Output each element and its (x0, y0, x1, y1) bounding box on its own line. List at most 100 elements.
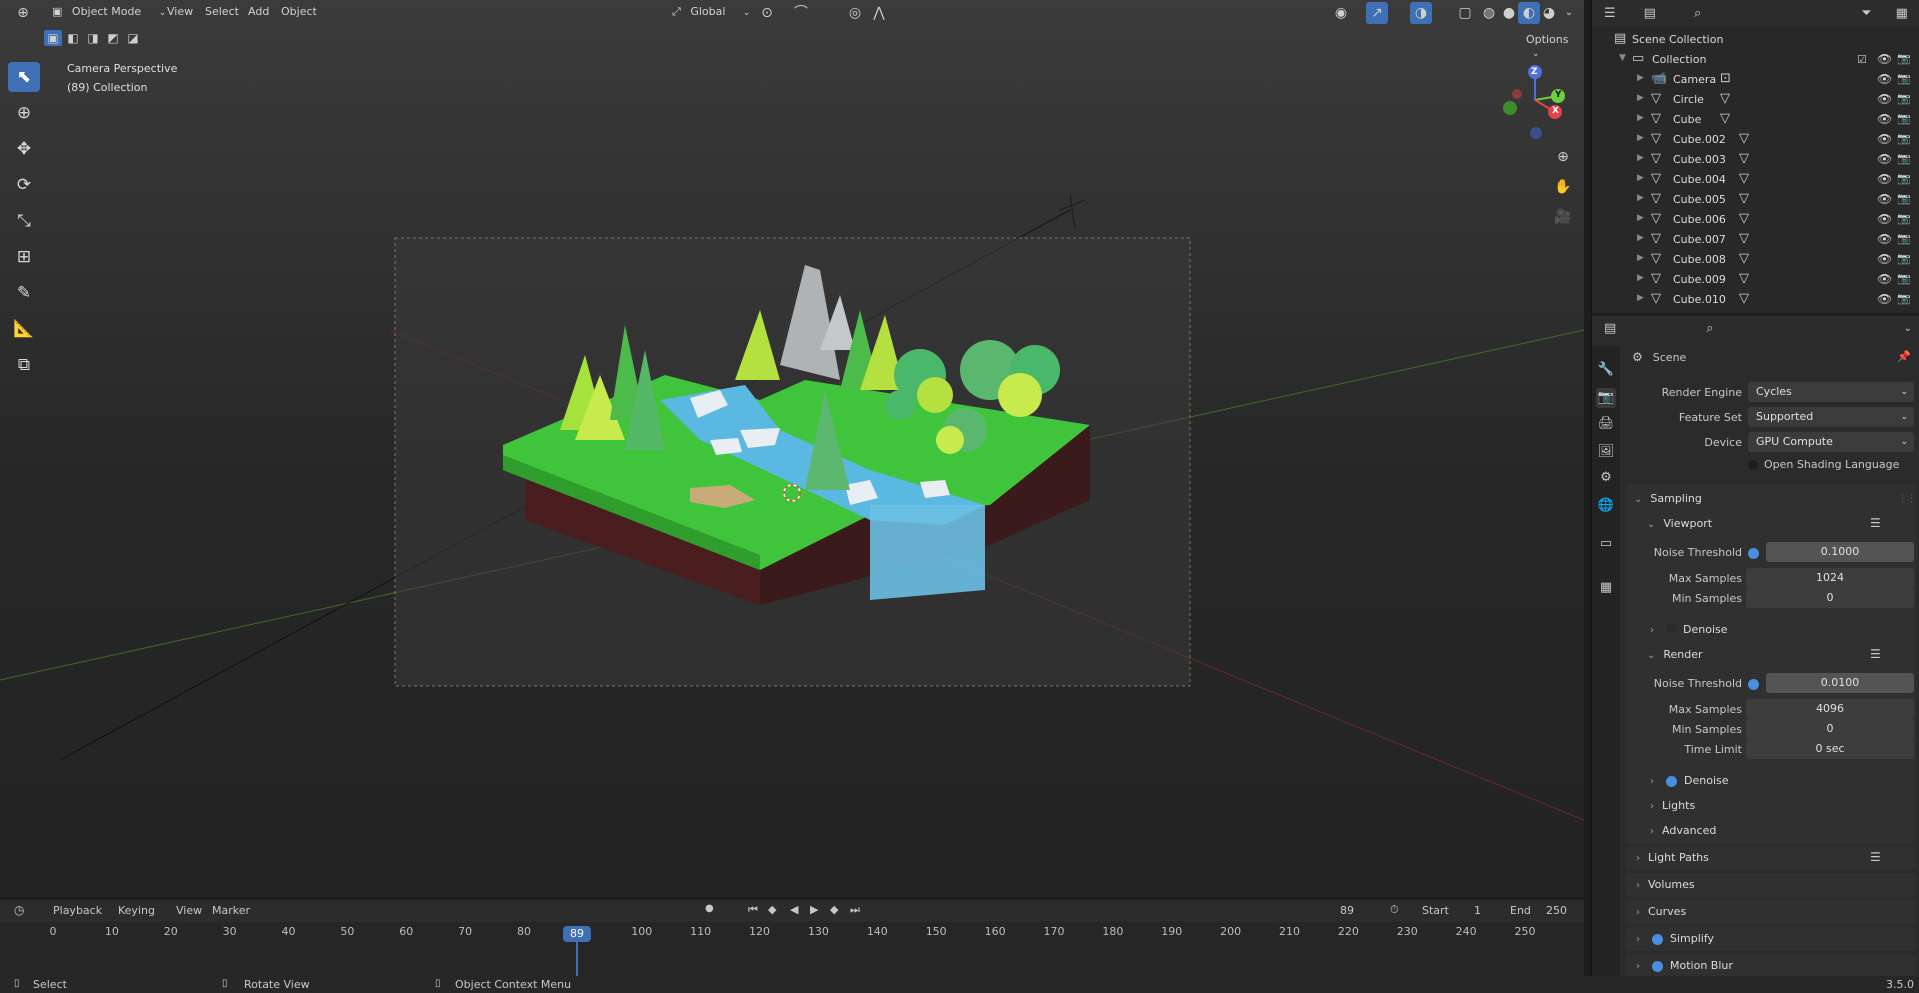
time-limit-field[interactable]: 0 sec (1746, 739, 1914, 759)
record-icon[interactable]: ● (705, 903, 714, 914)
select-subtract-icon[interactable]: ◨ (84, 30, 102, 46)
checkbox-icon[interactable]: ☑ (1857, 53, 1867, 66)
outliner-item[interactable]: ▶ ▽ Cube ▽ 👁 📷 (1592, 110, 1919, 130)
move-tool-icon[interactable]: ✥ (8, 134, 40, 164)
adaptive-sampling-toggle[interactable] (1748, 548, 1759, 559)
select-extend-icon[interactable]: ◧ (64, 30, 82, 46)
menu-playback[interactable]: Playback (53, 904, 102, 917)
display-mode-icon[interactable]: ▤ (1644, 6, 1656, 21)
render-tab-icon[interactable]: 📷 (1596, 388, 1616, 408)
menu-select[interactable]: Select (205, 5, 239, 18)
expand-arrow-icon[interactable]: ▶ (1637, 93, 1644, 103)
output-tab-icon[interactable]: 🖨 (1596, 414, 1616, 434)
expand-arrow-icon[interactable]: ▶ (1637, 213, 1644, 223)
outliner-item[interactable]: ▶ 📹 Camera ⊡ 👁 📷 (1592, 70, 1919, 90)
measure-tool-icon[interactable]: 📐 (8, 314, 40, 344)
r-noise-threshold-field[interactable]: 0.0100 (1766, 673, 1914, 693)
transform-orientation[interactable]: ⤢ Global ⌄ (672, 5, 750, 19)
stopwatch-icon[interactable]: ⏱ (1390, 903, 1399, 917)
start-field[interactable]: 1 (1474, 904, 1481, 917)
filter-icon[interactable]: ⏷ (1861, 6, 1871, 21)
drag-handle-icon[interactable]: ⋮⋮ (1898, 494, 1916, 504)
adaptive-sampling-toggle[interactable] (1748, 679, 1759, 690)
eye-icon[interactable]: 👁 (1877, 272, 1892, 286)
shading-options-icon[interactable]: ⌄ (1558, 2, 1580, 24)
mode-selector[interactable]: ▣ Object Mode ⌄ (52, 5, 166, 18)
outliner-item[interactable]: ▶ ▽ Cube.003 ▽ 👁 📷 (1592, 150, 1919, 170)
mesh-data-icon[interactable]: ▽ (1739, 291, 1749, 306)
mesh-data-icon[interactable]: ▽ (1739, 191, 1749, 206)
curves-header[interactable]: › Curves (1636, 905, 1686, 918)
render-camera-icon[interactable]: 📷 (1897, 152, 1911, 165)
solid-shading-icon[interactable]: ● (1498, 2, 1520, 24)
rotate-tool-icon[interactable]: ⟳ (8, 170, 40, 200)
list-icon[interactable]: ☰ (1870, 647, 1881, 661)
menu-add[interactable]: Add (248, 5, 269, 18)
chevron-down-icon[interactable]: ⌄ (1904, 323, 1912, 334)
vp-denoise-subheader[interactable]: › Denoise (1650, 623, 1728, 636)
r-min-samples-field[interactable]: 0 (1746, 719, 1914, 739)
scene-tab-icon[interactable]: ⚙ (1596, 468, 1616, 488)
eye-icon[interactable]: 👁 (1877, 72, 1892, 86)
denoise-checkbox[interactable] (1665, 623, 1676, 633)
render-camera-icon[interactable]: 📷 (1897, 252, 1911, 265)
render-camera-icon[interactable]: 📷 (1897, 72, 1911, 85)
list-icon[interactable]: ☰ (1870, 516, 1881, 530)
expand-arrow-icon[interactable]: ▶ (1637, 133, 1644, 143)
eye-icon[interactable]: 👁 (1877, 112, 1892, 126)
eye-icon[interactable]: 👁 (1877, 172, 1892, 186)
play-icon[interactable]: ▶ (810, 903, 818, 916)
eye-icon[interactable]: 👁 (1877, 232, 1892, 246)
editor-type-icon[interactable]: ▤ (1604, 321, 1616, 336)
outliner-item[interactable]: ▶ ▽ Cube.002 ▽ 👁 📷 (1592, 130, 1919, 150)
search-icon[interactable]: ⌕ (1706, 321, 1713, 336)
menu-marker[interactable]: Marker (212, 904, 250, 917)
editor-type-icon[interactable]: ☰ (1604, 6, 1616, 21)
proportional-edit-icon[interactable]: ◎ (844, 2, 866, 24)
eye-icon[interactable]: 👁 (1877, 252, 1892, 266)
falloff-icon[interactable]: ⋀ (868, 2, 890, 24)
outliner-item[interactable]: ▶ ▽ Cube.006 ▽ 👁 📷 (1592, 210, 1919, 230)
render-camera-icon[interactable]: 📷 (1897, 172, 1911, 185)
r-max-samples-field[interactable]: 4096 (1746, 699, 1914, 719)
simplify-checkbox[interactable] (1651, 933, 1663, 945)
render-camera-icon[interactable]: 📷 (1897, 232, 1911, 245)
vp-max-samples-field[interactable]: 1024 (1746, 568, 1914, 588)
render-engine-select[interactable]: Cycles ⌄ (1748, 382, 1914, 402)
mesh-data-icon[interactable]: ▽ (1739, 151, 1749, 166)
advanced-subheader[interactable]: › Advanced (1650, 824, 1716, 837)
expand-arrow-icon[interactable]: ▶ (1637, 273, 1644, 283)
scale-tool-icon[interactable]: ⤡ (8, 206, 40, 236)
expand-arrow-icon[interactable]: ▶ (1637, 173, 1644, 183)
render-camera-icon[interactable]: 📷 (1897, 272, 1911, 285)
render-camera-icon[interactable]: 📷 (1897, 92, 1911, 105)
wireframe-shading-icon[interactable]: ◍ (1478, 2, 1500, 24)
play-reverse-icon[interactable]: ◀ (790, 903, 798, 916)
mesh-data-icon[interactable]: ▽ (1739, 251, 1749, 266)
current-frame-field[interactable]: 89 (1340, 904, 1354, 917)
menu-view[interactable]: View (176, 904, 202, 917)
camera-data-icon[interactable]: ⊡ (1720, 71, 1731, 86)
timeline-editor[interactable]: ◷ Playback Keying View Marker ● ⏮ ◆ ◀ ▶ … (0, 900, 1584, 976)
3d-viewport[interactable]: ⊕ ▣ Object Mode ⌄ View Select Add Object… (0, 0, 1584, 897)
playhead-frame[interactable]: 89 (563, 926, 592, 942)
expand-arrow-icon[interactable]: ▶ (1637, 73, 1644, 83)
cursor-tool-icon[interactable]: ⊕ (8, 98, 40, 128)
eye-icon[interactable]: 👁 (1877, 52, 1892, 66)
snap-icon[interactable]: ⌒ (790, 2, 812, 24)
expand-arrow-icon[interactable]: ▶ (1637, 293, 1644, 303)
vp-min-samples-field[interactable]: 0 (1746, 588, 1914, 608)
mesh-data-icon[interactable]: ▽ (1739, 211, 1749, 226)
render-camera-icon[interactable]: 📷 (1897, 52, 1911, 65)
vp-noise-threshold-field[interactable]: 0.1000 (1766, 542, 1914, 562)
outliner-item[interactable]: ▶ ▽ Cube.004 ▽ 👁 📷 (1592, 170, 1919, 190)
r-denoise-subheader[interactable]: › Denoise (1650, 774, 1729, 787)
feature-set-select[interactable]: Supported ⌄ (1748, 407, 1914, 427)
view-layer-tab-icon[interactable]: 🖼 (1596, 442, 1616, 462)
denoise-checkbox[interactable] (1665, 775, 1677, 787)
render-camera-icon[interactable]: 📷 (1897, 192, 1911, 205)
editor-type-icon[interactable]: ◷ (14, 903, 24, 917)
motion-blur-checkbox[interactable] (1651, 960, 1663, 972)
simplify-header[interactable]: › Simplify (1636, 932, 1714, 945)
osl-checkbox[interactable] (1748, 459, 1758, 470)
